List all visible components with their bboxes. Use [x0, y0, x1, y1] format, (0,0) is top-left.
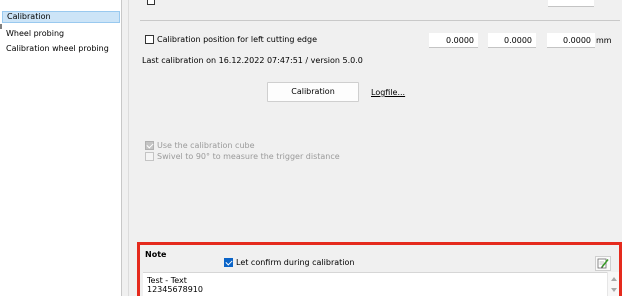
swivel-option[interactable]: Swivel to 90° to measure the trigger dis… — [145, 152, 340, 161]
position-z-field[interactable]: 0.0000 — [547, 33, 595, 48]
confirm-checkbox[interactable] — [224, 258, 233, 267]
left-edge-calibration-option[interactable]: Calibration position for left cutting ed… — [145, 35, 317, 44]
swivel-label: Swivel to 90° to measure the trigger dis… — [157, 152, 340, 161]
confirm-option[interactable]: Let confirm during calibration — [224, 258, 355, 267]
confirm-label: Let confirm during calibration — [236, 258, 355, 267]
left-edge-checkbox[interactable] — [145, 35, 154, 44]
position-x-field[interactable]: 0.0000 — [429, 33, 478, 48]
scroll-down-icon[interactable] — [611, 288, 617, 292]
nav-item-calibration-wheel-probing[interactable]: Calibration wheel probing — [2, 43, 120, 55]
edit-note-button[interactable] — [595, 256, 611, 271]
last-calibration-info: Last calibration on 16.12.2022 07:47:51 … — [142, 56, 363, 65]
note-title: Note — [145, 250, 167, 259]
clipped-value-field[interactable] — [548, 0, 594, 7]
swivel-checkbox[interactable] — [145, 152, 154, 161]
calibration-button[interactable]: Calibration — [267, 82, 359, 102]
nav-item-wheel-probing[interactable]: Wheel probing — [2, 28, 120, 40]
position-y-field[interactable]: 0.0000 — [488, 33, 536, 48]
logfile-link[interactable]: Logfile... — [371, 88, 405, 97]
note-scrollbar[interactable] — [607, 272, 619, 296]
note-panel: Note Let confirm during calibration Test… — [137, 242, 622, 296]
settings-nav: Calibration Wheel probing Calibration wh… — [0, 0, 122, 296]
note-text-line-1: Test - Text — [147, 276, 187, 285]
left-edge-label: Calibration position for left cutting ed… — [157, 35, 317, 44]
unit-label: mm — [596, 36, 612, 45]
note-text-line-2: 12345678910 — [147, 285, 203, 294]
scroll-up-icon[interactable] — [611, 277, 617, 281]
use-cube-label: Use the calibration cube — [157, 141, 255, 150]
divider — [140, 20, 620, 21]
panel-splitter[interactable] — [122, 0, 129, 296]
use-cube-checkbox[interactable] — [145, 141, 154, 150]
use-cube-option[interactable]: Use the calibration cube — [145, 141, 255, 150]
nav-item-calibration[interactable]: Calibration — [2, 11, 120, 23]
note-text-area[interactable]: Test - Text 12345678910 — [143, 272, 607, 296]
edit-note-icon — [597, 258, 609, 269]
clipped-checkbox[interactable] — [147, 0, 155, 5]
